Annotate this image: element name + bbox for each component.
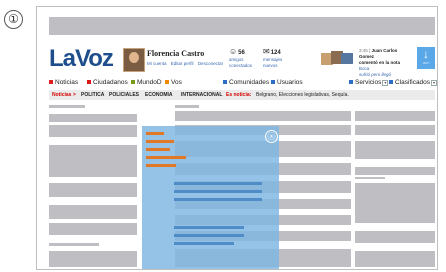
friends-icon: ☺	[229, 47, 238, 56]
my-account-link[interactable]: Mi cuenta	[147, 61, 167, 66]
close-icon[interactable]: ⓧ	[265, 130, 278, 143]
notification-link[interactable]: Boca	[359, 66, 369, 71]
nav-item-usuarios[interactable]: Usuarios	[271, 78, 303, 87]
overlay-line	[146, 140, 174, 143]
friends-counter[interactable]: ☺56 amigos conectados	[229, 47, 252, 68]
user-avatar[interactable]	[123, 48, 145, 72]
nav-item-comunidades[interactable]: Comunidades	[223, 78, 269, 87]
nav-label: Vos	[171, 79, 182, 86]
main-nav: Noticias Ciudadanos MundoD Vos Comunidad…	[49, 78, 437, 87]
content-placeholder	[49, 243, 99, 246]
nav-item-mundod[interactable]: MundoD	[131, 78, 162, 87]
nav-color-square	[223, 80, 227, 84]
content-placeholder	[49, 223, 137, 235]
overlay-panel[interactable]	[142, 126, 279, 269]
subnav-item-economia[interactable]: ECONOMIA	[145, 90, 173, 100]
friends-label-1: amigos	[229, 57, 244, 62]
overlay-line	[174, 198, 262, 201]
content-placeholder	[355, 111, 435, 121]
top-banner-placeholder	[49, 17, 435, 35]
messages-counter[interactable]: ✉124 mensajes nuevos	[263, 47, 282, 68]
nav-item-ciudadanos[interactable]: Ciudadanos	[87, 78, 128, 87]
nav-item-servicios[interactable]: Servicios ▾	[349, 78, 389, 87]
nav-color-square	[389, 80, 393, 84]
friend-avatars[interactable]	[321, 51, 353, 65]
nav-label: Clasificados	[395, 79, 431, 86]
step-marker: ①	[4, 10, 23, 29]
chevron-down-icon: ▾	[431, 80, 437, 86]
content-placeholder	[49, 125, 137, 137]
nav-color-square	[131, 80, 135, 84]
news-topics[interactable]: Belgrano, Elecciones legislativas, Sequí…	[256, 90, 349, 100]
nav-item-clasificados[interactable]: Clasificados ▾	[389, 78, 437, 87]
content-placeholder	[49, 183, 137, 197]
friends-label-2: conectados	[229, 63, 253, 68]
content-placeholder	[49, 105, 85, 108]
nav-color-square	[349, 80, 353, 84]
subnav-item-politica[interactable]: POLITICA	[81, 90, 104, 100]
messages-label-2: nuevos	[263, 63, 278, 68]
overlay-line	[174, 226, 244, 229]
content-placeholder	[355, 125, 435, 135]
browser-frame: LaVoz Florencia Castro Mi cuenta Editar …	[36, 6, 438, 270]
content-placeholder	[355, 177, 385, 179]
content-placeholder	[49, 114, 137, 122]
overlay-line	[174, 182, 262, 185]
update-button[interactable]: ↓ ACT	[417, 47, 435, 69]
content-placeholder	[355, 251, 435, 267]
user-links: Mi cuenta Editar perfil Desconectar	[147, 61, 226, 66]
content-placeholder	[355, 141, 435, 159]
overlay-line	[174, 190, 262, 193]
nav-label: Servicios	[355, 79, 382, 86]
chevron-down-icon: ▾	[382, 80, 389, 86]
content-placeholder	[355, 183, 435, 223]
content-placeholder	[355, 231, 435, 243]
notification-text: comentó en la nota	[359, 60, 401, 65]
envelope-icon: ✉	[263, 47, 270, 56]
nav-color-square	[165, 80, 169, 84]
user-name[interactable]: Florencia Castro	[147, 49, 204, 58]
friends-count: 56	[238, 50, 245, 56]
nav-color-square	[87, 80, 91, 84]
update-button-label: ACT	[423, 61, 429, 65]
overlay-line	[146, 148, 170, 151]
overlay-line	[146, 156, 186, 159]
friend-avatar	[341, 53, 353, 64]
subnav-item-policiales[interactable]: POLICIALES	[109, 90, 139, 100]
content-placeholder	[49, 205, 137, 219]
nav-label: Noticias	[55, 79, 79, 86]
messages-count: 124	[270, 50, 281, 56]
download-arrow-icon: ↓	[423, 47, 429, 61]
content-placeholder	[175, 111, 351, 121]
notification-headline[interactable]: sufrió pero llegó	[359, 72, 391, 77]
nav-color-square	[271, 80, 275, 84]
nav-label: MundoD	[137, 79, 162, 86]
nav-item-noticias[interactable]: Noticias	[49, 78, 78, 87]
section-subnav: Noticias > POLITICA POLICIALES ECONOMIA …	[49, 90, 435, 100]
subnav-item-internacional[interactable]: INTERNACIONAL	[181, 90, 222, 100]
overlay-line	[174, 242, 234, 245]
nav-label: Ciudadanos	[93, 79, 128, 86]
notification-time: 3:45 |	[359, 48, 371, 53]
messages-label-1: mensajes	[263, 57, 283, 62]
overlay-line	[146, 132, 164, 135]
subnav-section[interactable]: Noticias >	[52, 90, 76, 100]
nav-color-square	[49, 80, 53, 84]
logout-link[interactable]: Desconectar	[198, 61, 223, 66]
content-placeholder	[355, 167, 435, 175]
notification[interactable]: 3:45 | Juan Carlos Gomez comentó en la n…	[359, 48, 411, 78]
overlay-line	[174, 234, 244, 237]
content-placeholder	[175, 105, 199, 108]
content-placeholder	[49, 145, 137, 177]
nav-item-vos[interactable]: Vos	[165, 78, 182, 87]
overlay-line	[146, 164, 176, 167]
nav-label: Comunidades	[229, 79, 270, 86]
edit-profile-link[interactable]: Editar perfil	[171, 61, 194, 66]
content-placeholder	[49, 251, 137, 267]
site-logo[interactable]: LaVoz	[49, 45, 114, 73]
nav-label: Usuarios	[277, 79, 303, 86]
news-label: Es noticia:	[226, 92, 252, 98]
